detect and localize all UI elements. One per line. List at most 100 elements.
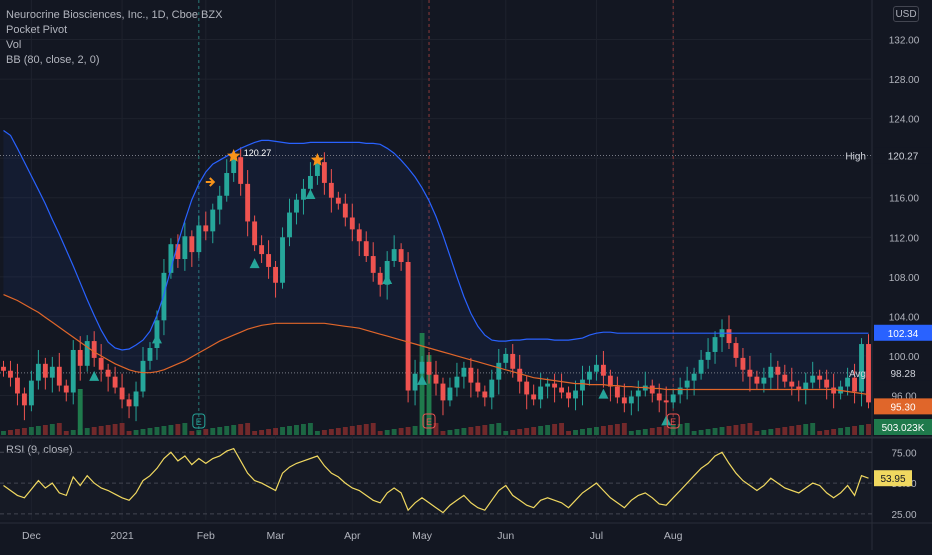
volume-bar xyxy=(761,430,767,435)
volume-bar xyxy=(698,430,704,435)
volume-bar xyxy=(545,425,551,435)
volume-bar xyxy=(482,425,488,435)
candle-body xyxy=(538,386,544,400)
candle-body xyxy=(196,225,202,253)
volume-bar xyxy=(496,423,502,435)
rsi-tick-label: 25.00 xyxy=(891,510,916,521)
volume-bar xyxy=(398,428,404,435)
candle-body xyxy=(252,221,258,246)
candle-body xyxy=(1,366,6,371)
volume-bar xyxy=(580,429,585,435)
volume-bar xyxy=(307,423,313,435)
avg-price-tag: 98.28 xyxy=(890,369,915,380)
candle-body xyxy=(831,387,837,394)
candle-body xyxy=(594,364,599,372)
candle-body xyxy=(342,203,348,218)
candle-body xyxy=(377,272,383,285)
volume-bar xyxy=(189,431,195,435)
volume-bar xyxy=(810,423,816,435)
volume-bar xyxy=(119,423,125,435)
volume-bar xyxy=(147,428,153,435)
volume-bar xyxy=(635,430,641,435)
price-tick-label: 132.00 xyxy=(889,36,920,47)
volume-bar xyxy=(154,427,160,435)
price-tick-label: 108.00 xyxy=(889,273,920,284)
candle-body xyxy=(28,380,34,406)
volume-bar xyxy=(112,424,118,435)
time-tick-label: Feb xyxy=(197,530,215,542)
symbol-title[interactable]: Neurocrine Biosciences, Inc., 1D, Cboe B… xyxy=(6,8,222,23)
candle-body xyxy=(559,387,565,393)
candle-body xyxy=(649,385,655,394)
volume-bar xyxy=(126,431,132,435)
candle-body xyxy=(294,199,299,213)
candle-body xyxy=(510,353,516,369)
candle-body xyxy=(789,381,795,387)
candle-body xyxy=(866,344,871,403)
time-tick-label: May xyxy=(412,530,433,542)
volume-bar xyxy=(252,431,258,435)
volume-bar xyxy=(342,427,348,435)
candle-body xyxy=(14,377,20,394)
time-tick-label: Apr xyxy=(344,530,361,542)
volume-bar xyxy=(140,429,146,435)
candle-body xyxy=(684,380,690,388)
candle-body xyxy=(238,157,244,184)
candle-body xyxy=(224,173,230,196)
candle-body xyxy=(475,382,481,392)
candle-body xyxy=(433,374,439,384)
volume-bar xyxy=(726,426,732,435)
volume-bar xyxy=(461,428,467,435)
chart-canvas[interactable]: 132.00128.00124.00120.00116.00112.00108.… xyxy=(0,0,932,550)
candle-body xyxy=(754,376,760,384)
candle-body xyxy=(496,362,502,380)
candle-body xyxy=(426,361,432,375)
volume-tag: 503.023K xyxy=(882,423,925,434)
candle-body xyxy=(524,381,530,395)
candle-body xyxy=(503,353,509,363)
currency-button[interactable]: USD xyxy=(893,6,919,22)
candle-body xyxy=(566,392,571,399)
volume-bar xyxy=(838,428,844,435)
price-tick-label: 128.00 xyxy=(889,75,920,86)
candle-body xyxy=(531,394,537,400)
candle-body xyxy=(356,229,362,242)
candle-body xyxy=(656,393,662,401)
volume-bar xyxy=(21,428,27,435)
price-chart[interactable]: 132.00128.00124.00120.00116.00112.00108.… xyxy=(0,0,932,550)
indicator-bollinger-bands[interactable]: BB (80, close, 2, 0) xyxy=(6,53,222,68)
candle-body xyxy=(614,386,620,398)
volume-bar xyxy=(587,428,592,435)
volume-bar xyxy=(175,424,181,435)
volume-bar xyxy=(356,425,362,435)
candle-body xyxy=(705,351,711,360)
candle-body xyxy=(726,329,732,344)
volume-bar xyxy=(349,426,355,435)
volume-bar xyxy=(594,427,599,435)
candle-body xyxy=(189,236,195,253)
indicator-pocket-pivot[interactable]: Pocket Pivot xyxy=(6,23,222,38)
candle-body xyxy=(161,272,167,321)
volume-bar xyxy=(91,427,97,435)
candle-body xyxy=(307,175,313,189)
candle-body xyxy=(321,162,327,183)
volume-bar xyxy=(607,425,613,435)
volume-bar xyxy=(642,429,648,435)
candle-body xyxy=(489,379,495,398)
volume-spike-bar xyxy=(77,389,83,435)
volume-bar xyxy=(621,423,627,435)
candle-body xyxy=(335,197,341,204)
candle-body xyxy=(147,348,153,361)
candle-body xyxy=(587,371,592,380)
candle-body xyxy=(273,266,278,283)
candle-body xyxy=(768,366,774,378)
candle-body xyxy=(824,379,830,388)
volume-bar xyxy=(852,426,858,435)
indicator-volume[interactable]: Vol xyxy=(6,38,222,53)
volume-bar xyxy=(524,428,530,435)
volume-bar xyxy=(280,427,285,435)
volume-bar xyxy=(287,426,292,435)
volume-bar xyxy=(328,429,334,435)
volume-bar xyxy=(14,429,20,435)
candle-body xyxy=(747,369,753,377)
